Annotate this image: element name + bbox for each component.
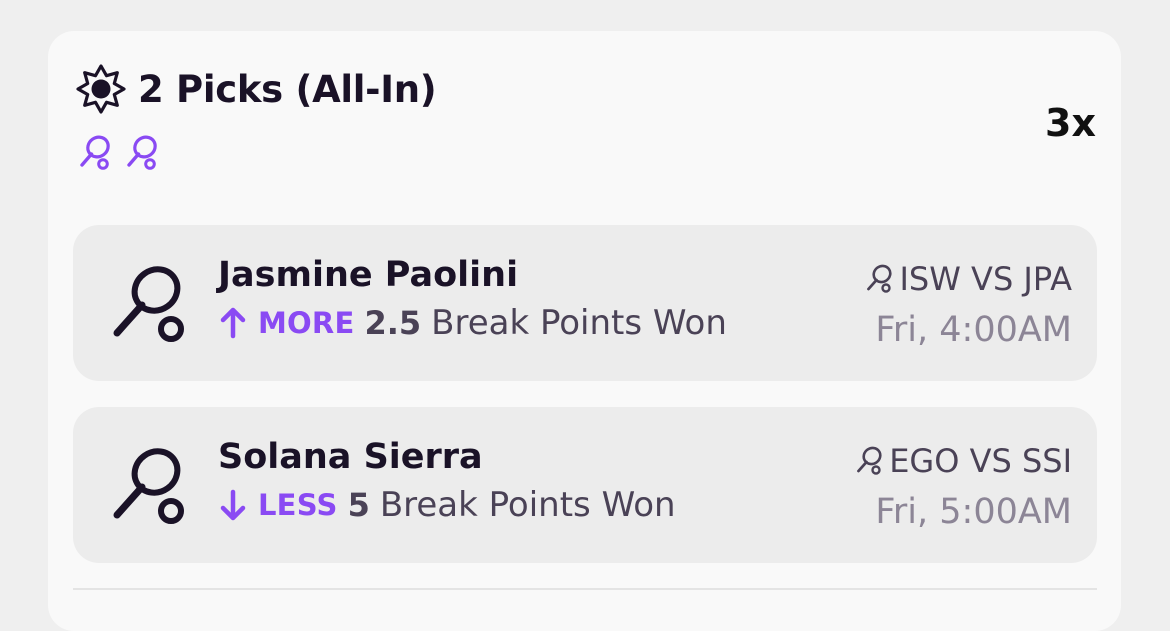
- matchup: EGO VS SSI: [855, 442, 1072, 480]
- player-name: Solana Sierra: [218, 437, 483, 477]
- sun-icon: [76, 64, 126, 114]
- tennis-racket-icon: [865, 263, 895, 295]
- arrow-up-icon: [218, 306, 248, 340]
- pick-card[interactable]: Jasmine Paolini MORE 2.5 Break Points Wo…: [73, 225, 1097, 381]
- arrow-down-icon: [218, 488, 248, 522]
- pick-card[interactable]: Solana Sierra LESS 5 Break Points Won EG…: [73, 407, 1097, 563]
- game-time: Fri, 4:00AM: [875, 310, 1072, 350]
- tennis-racket-icon: [109, 259, 191, 347]
- divider: [73, 588, 1097, 590]
- pick-projection: LESS 5 Break Points Won: [218, 485, 676, 525]
- sport-icons: [78, 134, 162, 172]
- payout-multiplier: 3x: [1045, 101, 1096, 145]
- player-name: Jasmine Paolini: [218, 255, 519, 295]
- stat-type: Break Points Won: [379, 485, 676, 525]
- entry-card[interactable]: 2 Picks (All-In) 3x Jasmine Paolini MORE…: [48, 31, 1121, 631]
- line-value: 2.5: [364, 304, 422, 342]
- pick-projection: MORE 2.5 Break Points Won: [218, 303, 727, 343]
- stat-type: Break Points Won: [431, 303, 727, 343]
- tennis-racket-icon: [125, 134, 162, 172]
- matchup-label: ISW VS JPA: [899, 260, 1072, 298]
- direction-label: LESS: [258, 488, 338, 522]
- tennis-racket-icon: [78, 134, 115, 172]
- game-time: Fri, 5:00AM: [875, 492, 1072, 532]
- tennis-racket-icon: [855, 445, 885, 477]
- entry-header: 2 Picks (All-In): [76, 64, 437, 114]
- entry-title: 2 Picks (All-In): [138, 67, 437, 111]
- direction-label: MORE: [258, 306, 355, 340]
- line-value: 5: [347, 486, 370, 524]
- tennis-racket-icon: [109, 441, 191, 529]
- matchup-label: EGO VS SSI: [889, 442, 1072, 480]
- matchup: ISW VS JPA: [865, 260, 1072, 298]
